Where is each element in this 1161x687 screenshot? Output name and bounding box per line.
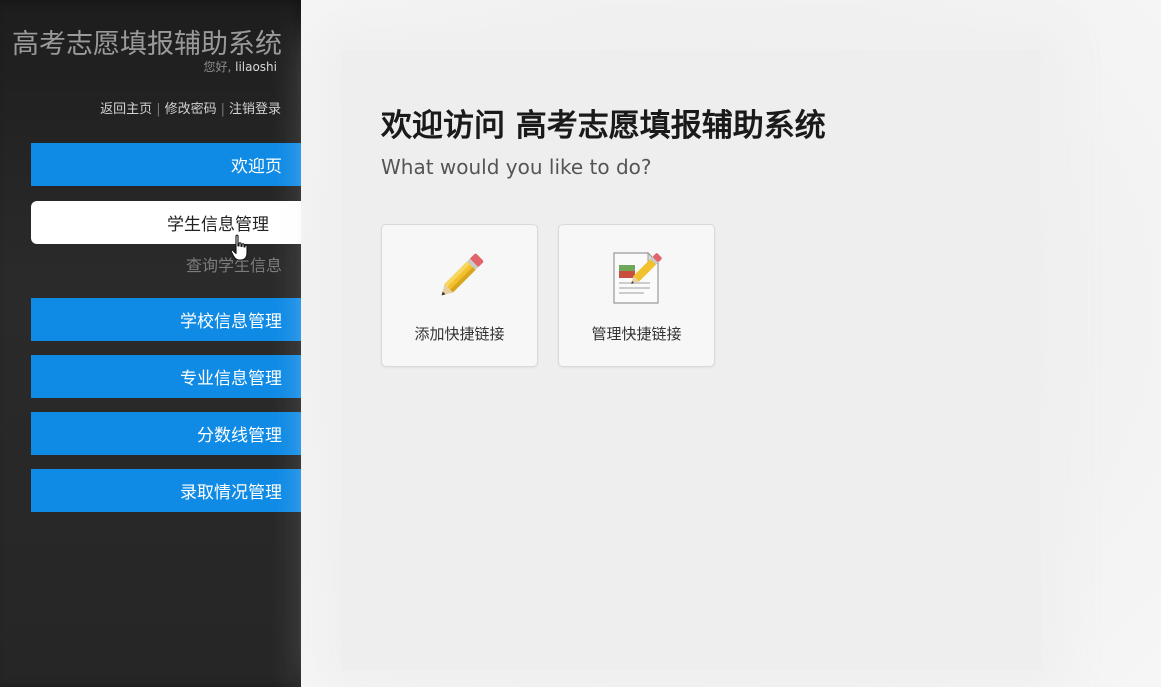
page-title: 欢迎访问 高考志愿填报辅助系统 [381, 108, 826, 144]
submenu-item-query-student[interactable]: 查询学生信息 [31, 249, 301, 279]
menu-item-score-line[interactable]: 分数线管理 [31, 412, 301, 455]
app: 高考志愿填报辅助系统 您好, lilaoshi 返回主页 | 修改密码 | 注销登录 欢… [0, 0, 1161, 687]
logout-link[interactable]: 注销登录 [229, 102, 281, 117]
greeting-prefix: 您好, [203, 60, 232, 74]
menu-item-major[interactable]: 专业信息管理 [31, 355, 301, 398]
link-separator: | [220, 102, 225, 117]
account-links: 返回主页 | 修改密码 | 注销登录 [100, 98, 281, 117]
user-greeting: 您好, lilaoshi [203, 58, 277, 75]
menu-item-student[interactable]: 学生信息管理 [31, 201, 301, 244]
pencil-icon [441, 253, 483, 296]
menu-item-welcome[interactable]: 欢迎页 [31, 143, 301, 186]
sidebar: 高考志愿填报辅助系统 您好, lilaoshi 返回主页 | 修改密码 | 注销登录 欢… [0, 0, 301, 687]
home-link[interactable]: 返回主页 [100, 102, 152, 117]
manage-shortcut-button[interactable]: 管理快捷链接 [558, 224, 715, 367]
menu-item-admission[interactable]: 录取情况管理 [31, 469, 301, 512]
add-shortcut-button[interactable]: 添加快捷链接 [381, 224, 538, 367]
change-password-link[interactable]: 修改密码 [165, 102, 217, 117]
hand-pointer-icon [230, 234, 248, 261]
edit-document-icon [612, 251, 662, 304]
main-content: 欢迎访问 高考志愿填报辅助系统 What would you like to d… [301, 0, 1161, 687]
link-separator: | [156, 102, 161, 117]
username: lilaoshi [235, 60, 277, 74]
page-subtitle: What would you like to do? [381, 155, 652, 179]
add-shortcut-label: 添加快捷链接 [414, 325, 505, 343]
manage-shortcut-label: 管理快捷链接 [591, 325, 682, 343]
brand-title: 高考志愿填报辅助系统 [12, 29, 282, 60]
menu-item-school[interactable]: 学校信息管理 [31, 298, 301, 341]
